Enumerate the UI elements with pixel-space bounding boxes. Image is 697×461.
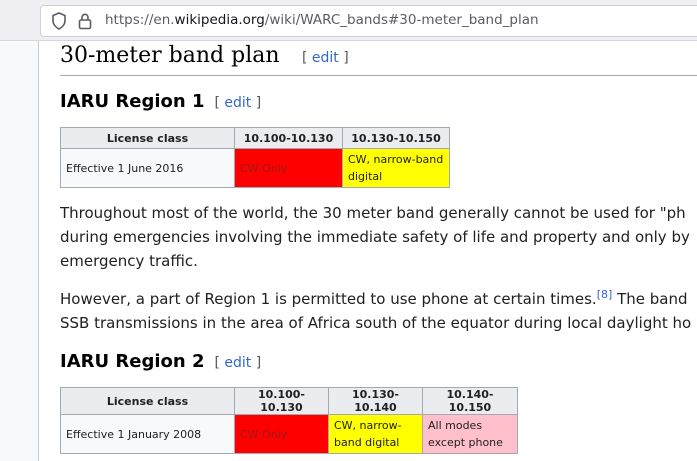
region1-table: License class 10.100-10.130 10.130-10.15… [60, 127, 450, 188]
region2-title: IARU Region 2 [60, 351, 205, 372]
address-bar[interactable]: https://en.wikipedia.org/wiki/WARC_bands… [40, 5, 697, 37]
table-row: Effective 1 January 2008 CW Only CW, nar… [60, 414, 518, 454]
table-header-row: License class 10.100-10.130 10.130-10.14… [60, 387, 518, 415]
license-class-cell: Effective 1 June 2016 [60, 148, 235, 188]
region1-title: IARU Region 1 [60, 91, 205, 112]
url-text[interactable]: https://en.wikipedia.org/wiki/WARC_bands… [105, 12, 539, 28]
paragraph-line: emergency traffic. [60, 252, 198, 270]
region1-edit-link[interactable]: edit [224, 95, 251, 111]
section-edit-link[interactable]: edit [312, 50, 339, 66]
region1-edit: [ edit ] [214, 95, 262, 111]
shield-icon[interactable] [51, 12, 67, 30]
paragraph-region1-phone: However, a part of Region 1 is permitted… [60, 282, 691, 335]
header-range-1: 10.100-10.130 [234, 387, 329, 415]
table-header-row: License class 10.100-10.130 10.130-10.15… [60, 127, 450, 149]
paragraph-phone-usage: Throughout most of the world, the 30 met… [60, 201, 690, 273]
narrow-band-cell: CW, narrow-band digital [342, 148, 450, 188]
browser-toolbar: https://en.wikipedia.org/wiki/WARC_bands… [0, 0, 697, 41]
header-range-2: 10.130-10.150 [342, 127, 450, 149]
paragraph-line: However, a part of Region 1 is permitted… [60, 288, 688, 308]
region2-table: License class 10.100-10.130 10.130-10.14… [60, 387, 518, 454]
narrow-band-cell: CW, narrow-band digital [328, 414, 423, 454]
all-modes-cell: All modes except phone [422, 414, 518, 454]
section-edit: [ edit ] [302, 50, 349, 66]
lock-icon[interactable] [77, 12, 93, 30]
header-license-class: License class [60, 127, 235, 149]
paragraph-line: Throughout most of the world, the 30 met… [60, 204, 686, 222]
header-license-class: License class [60, 387, 235, 415]
region2-heading: IARU Region 2 [ edit ] [60, 351, 261, 372]
cw-only-cell: CW Only [234, 414, 329, 454]
paragraph-line: SSB transmissions in the area of Africa … [60, 314, 692, 332]
header-range-1: 10.100-10.130 [234, 127, 343, 149]
header-range-3: 10.140-10.150 [422, 387, 518, 415]
cw-only-cell: CW Only [234, 148, 343, 188]
table-row: Effective 1 June 2016 CW Only CW, narrow… [60, 148, 450, 188]
region2-edit: [ edit ] [214, 355, 262, 371]
page-sidebar-gutter [0, 41, 39, 461]
section-title: 30-meter band plan [60, 43, 280, 68]
license-class-cell: Effective 1 January 2008 [60, 414, 235, 454]
section-heading: 30-meter band plan [ edit ] [60, 43, 697, 76]
header-range-2: 10.130-10.140 [328, 387, 423, 415]
region1-heading: IARU Region 1 [ edit ] [60, 91, 261, 112]
paragraph-line: during emergencies involving the immedia… [60, 228, 690, 246]
region2-edit-link[interactable]: edit [224, 355, 251, 371]
reference-link[interactable]: [8] [597, 288, 613, 301]
